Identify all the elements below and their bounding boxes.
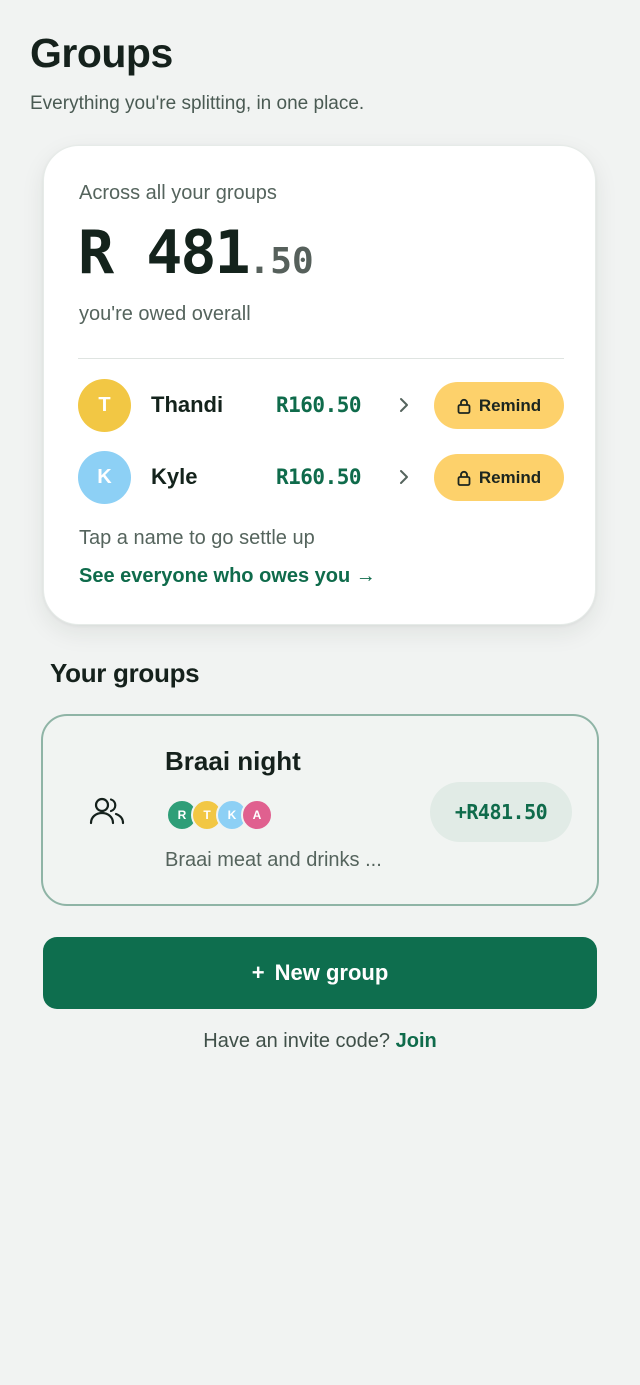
owed-overall-label: you're owed overall — [79, 303, 251, 325]
remind-label: Remind — [478, 467, 542, 487]
summary-label: Across all your groups — [79, 182, 277, 204]
plus-icon: + — [251, 960, 265, 985]
debtor-row-thandi[interactable]: T Thandi R160.50 Remind — [78, 378, 564, 432]
avatar: A — [241, 799, 273, 831]
invite-row: Have an invite code? Join — [0, 1030, 640, 1053]
total-whole-value: 481 — [146, 218, 250, 288]
remind-label: Remind — [478, 395, 542, 415]
total-cents: .50 — [248, 241, 314, 282]
group-balance-badge: +R481.50 — [430, 782, 572, 842]
remind-button[interactable]: Remind — [434, 382, 564, 429]
debtor-name: Thandi — [151, 392, 224, 417]
your-groups-heading: Your groups — [50, 658, 200, 688]
group-card-braai-night[interactable]: Braai night R T K A Braai meat and drink… — [41, 714, 599, 906]
new-group-button[interactable]: + New group — [43, 937, 597, 1009]
debtor-name: Kyle — [151, 464, 198, 489]
total-owed-amount: R 481.50 — [78, 218, 314, 288]
group-description: Braai meat and drinks ... — [165, 849, 382, 871]
avatar: K — [78, 450, 131, 504]
total-whole: 481 — [112, 218, 250, 288]
join-link[interactable]: Join — [396, 1030, 437, 1052]
debtor-amount: R160.50 — [276, 393, 362, 417]
users-icon — [89, 797, 125, 825]
lock-icon — [457, 398, 471, 414]
avatar: T — [78, 378, 131, 432]
owed-summary-card: Across all your groups R 481.50 you're o… — [43, 145, 596, 625]
debtor-row-kyle[interactable]: K Kyle R160.50 Remind — [78, 450, 564, 504]
page-title: Groups — [30, 30, 173, 76]
debtor-amount: R160.50 — [276, 465, 362, 489]
divider — [78, 358, 564, 359]
total-currency: R — [78, 218, 114, 288]
invite-text: Have an invite code? — [203, 1030, 391, 1052]
page-subtitle: Everything you're splitting, in one plac… — [30, 93, 365, 114]
chevron-right-icon — [400, 398, 408, 412]
remind-button[interactable]: Remind — [434, 454, 564, 501]
group-name: Braai night — [165, 746, 301, 776]
new-group-label: New group — [274, 960, 389, 985]
groups-screen: Groups Everything you're splitting, in o… — [0, 0, 640, 1385]
lock-icon — [457, 470, 471, 486]
settle-hint: Tap a name to go settle up — [79, 527, 315, 549]
see-everyone-link[interactable]: See everyone who owes you → — [79, 565, 376, 588]
chevron-right-icon — [400, 470, 408, 484]
